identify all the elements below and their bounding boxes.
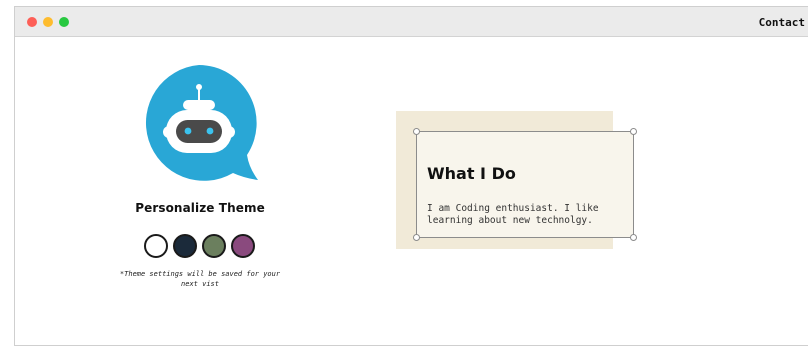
theme-swatch-white[interactable] (144, 234, 168, 258)
what-i-do-card[interactable]: What I Do I am Coding enthusiast. I like… (413, 128, 637, 241)
resize-handle-bottom-left[interactable] (413, 234, 420, 241)
resize-handle-bottom-right[interactable] (630, 234, 637, 241)
nav-link-contact[interactable]: Contact (759, 16, 805, 29)
minimize-window-button[interactable] (43, 17, 53, 27)
resize-handle-top-left[interactable] (413, 128, 420, 135)
theme-swatch-sage[interactable] (202, 234, 226, 258)
personalize-theme-heading: Personalize Theme (135, 201, 265, 215)
resize-handle-top-right[interactable] (630, 128, 637, 135)
theme-swatch-plum[interactable] (231, 234, 255, 258)
window-titlebar: Contact (15, 7, 808, 37)
maximize-window-button[interactable] (59, 17, 69, 27)
theme-swatches (144, 234, 256, 258)
what-i-do-text: I am Coding enthusiast. I like learning … (427, 203, 599, 226)
theme-settings-note: *Theme settings will be saved for your n… (119, 270, 281, 288)
close-window-button[interactable] (27, 17, 37, 27)
robot-chat-bubble-icon (138, 62, 260, 184)
what-i-do-title: What I Do (427, 164, 516, 183)
theme-swatch-navy[interactable] (173, 234, 197, 258)
